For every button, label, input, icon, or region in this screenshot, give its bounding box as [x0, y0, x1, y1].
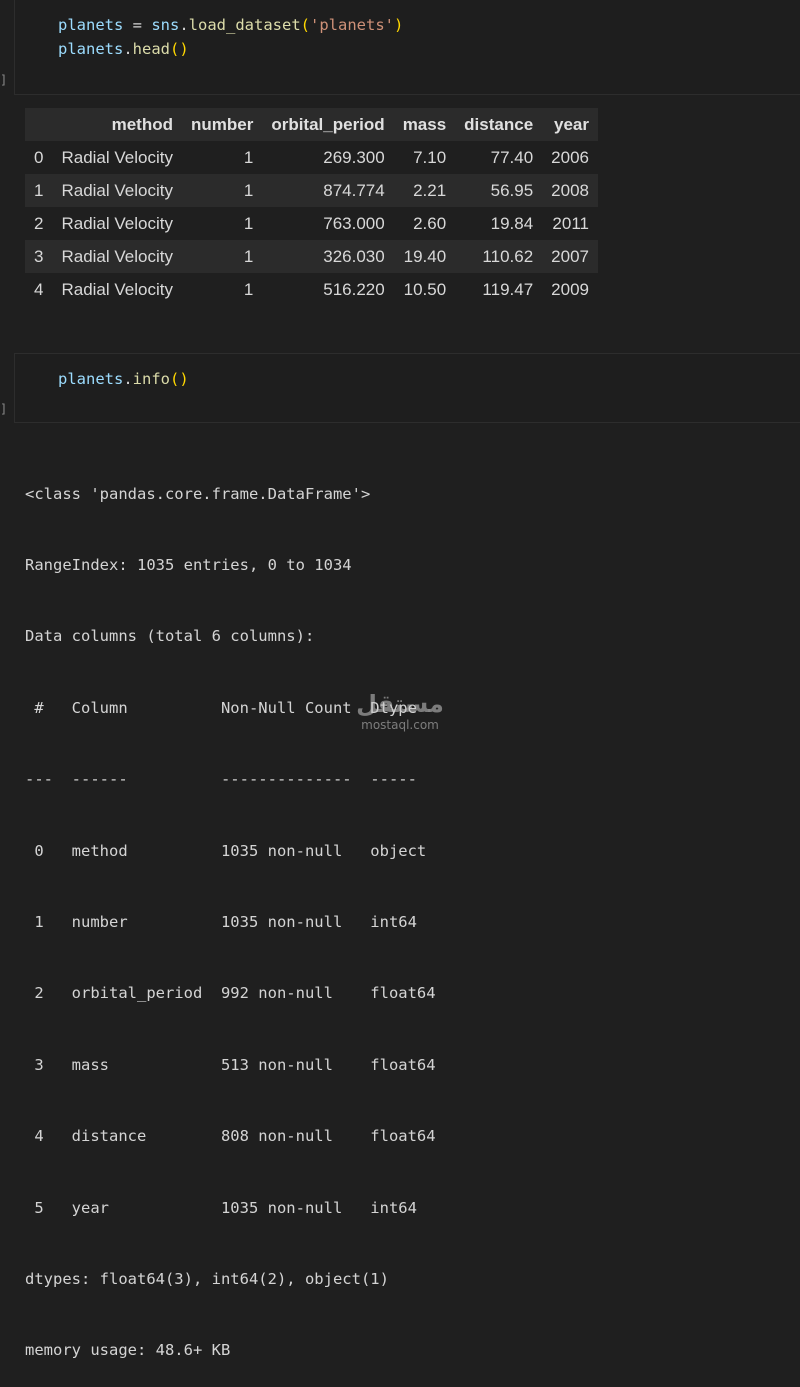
code-token: =: [123, 16, 152, 34]
row-index-cell: 1: [34, 180, 44, 200]
execution-count-bracket: ]: [0, 402, 8, 416]
watermark-latin-text: mostaql.com: [361, 718, 439, 732]
output-line: 4 distance 808 non-null float64: [25, 1127, 436, 1146]
table-cell: 2011: [552, 213, 589, 233]
table-cell: 2.21: [413, 180, 447, 200]
execution-count-bracket: ]: [0, 73, 8, 87]
output-line: Data columns (total 6 columns):: [25, 627, 315, 646]
table-cell: Radial Velocity: [61, 246, 173, 266]
table-cell: Radial Velocity: [61, 279, 173, 299]
code-cell-1[interactable]: planets = sns.load_dataset('planets') pl…: [14, 0, 800, 95]
table-cell: Radial Velocity: [61, 147, 173, 167]
table-cell: 269.300: [323, 147, 385, 167]
table-cell: 1: [243, 246, 254, 266]
column-header-mass: mass: [402, 114, 447, 134]
table-cell: 2.60: [413, 213, 447, 233]
output-line: 1 number 1035 non-null int64: [25, 912, 436, 931]
column-header-orbital-period: orbital_period: [271, 114, 385, 134]
column-header-method: method: [111, 114, 173, 134]
column-header-year: year: [554, 114, 589, 134]
info-text-output: <class 'pandas.core.frame.DataFrame'> Ra…: [25, 435, 436, 1387]
mostaql-watermark-logo: مستقل mostaql.com: [350, 690, 450, 732]
code-line-head[interactable]: planets.head(): [58, 39, 189, 59]
column-header-number: number: [190, 114, 254, 134]
table-cell: 7.10: [413, 147, 447, 167]
watermark-arabic-text: مستقل: [356, 690, 444, 718]
row-index-cell: 2: [34, 213, 44, 233]
code-token: ): [179, 370, 189, 388]
table-cell: 2009: [551, 279, 589, 299]
table-row: 0 Radial Velocity 1 269.300 7.10 77.40 2…: [25, 141, 598, 174]
output-line: <class 'pandas.core.frame.DataFrame'>: [25, 484, 371, 503]
output-line: RangeIndex: 1035 entries, 0 to 1034: [25, 555, 352, 574]
table-cell: 10.50: [403, 279, 447, 299]
table-cell: 110.62: [482, 246, 534, 266]
table-cell: 2008: [551, 180, 589, 200]
code-token: info: [132, 370, 170, 388]
table-cell: 19.40: [403, 246, 447, 266]
code-token: load_dataset: [188, 16, 301, 34]
table-cell: 2007: [551, 246, 589, 266]
code-token: planets: [58, 16, 124, 34]
table-cell: 1: [243, 180, 254, 200]
table-cell: 516.220: [323, 279, 385, 299]
output-line: memory usage: 48.6+ KB: [25, 1341, 231, 1360]
table-cell: 326.030: [323, 246, 385, 266]
column-header-distance: distance: [464, 114, 534, 134]
table-cell: 2006: [551, 147, 589, 167]
code-token: (: [300, 16, 310, 34]
output-line: 5 year 1035 non-null int64: [25, 1198, 436, 1217]
table-cell: 119.47: [482, 279, 534, 299]
code-token: ): [394, 16, 404, 34]
table-cell: Radial Velocity: [61, 213, 173, 233]
code-token: planets: [58, 370, 124, 388]
code-token: 'planets': [310, 16, 394, 34]
code-token: ): [179, 40, 189, 58]
table-cell: 1: [243, 213, 254, 233]
table-cell: 763.000: [323, 213, 385, 233]
output-line: 3 mass 513 non-null float64: [25, 1055, 436, 1074]
row-index-cell: 3: [34, 246, 44, 266]
code-token: .: [123, 40, 133, 58]
dataframe-table: method number orbital_period mass distan…: [25, 108, 598, 306]
code-token: (: [170, 370, 180, 388]
table-cell: 1: [243, 279, 254, 299]
table-row: 2 Radial Velocity 1 763.000 2.60 19.84 2…: [25, 207, 598, 240]
code-token: (: [170, 40, 180, 58]
row-index-cell: 0: [34, 147, 44, 167]
code-token: .: [123, 370, 133, 388]
output-line: 2 orbital_period 992 non-null float64: [25, 984, 436, 1003]
code-line-load-dataset[interactable]: planets = sns.load_dataset('planets'): [58, 15, 403, 35]
table-row: 4 Radial Velocity 1 516.220 10.50 119.47…: [25, 273, 598, 306]
table-cell: 19.84: [490, 213, 534, 233]
output-line: dtypes: float64(3), int64(2), object(1): [25, 1269, 389, 1288]
column-header-index: [25, 108, 52, 141]
table-header-row: method number orbital_period mass distan…: [25, 108, 598, 141]
code-line-info[interactable]: planets.info(): [58, 369, 189, 389]
table-cell: 1: [243, 147, 254, 167]
code-token: planets: [58, 40, 124, 58]
table-cell: 874.774: [323, 180, 385, 200]
table-row: 3 Radial Velocity 1 326.030 19.40 110.62…: [25, 240, 598, 273]
table-cell: Radial Velocity: [61, 180, 173, 200]
code-token: head: [132, 40, 170, 58]
table-cell: 56.95: [490, 180, 534, 200]
output-line: 0 method 1035 non-null object: [25, 841, 436, 860]
code-token: .: [179, 16, 189, 34]
table-row: 1 Radial Velocity 1 874.774 2.21 56.95 2…: [25, 174, 598, 207]
table-cell: 77.40: [490, 147, 534, 167]
code-token: sns: [151, 16, 180, 34]
output-line: --- ------ -------------- -----: [25, 770, 436, 789]
row-index-cell: 4: [34, 279, 44, 299]
code-cell-2[interactable]: planets.info(): [14, 353, 800, 423]
